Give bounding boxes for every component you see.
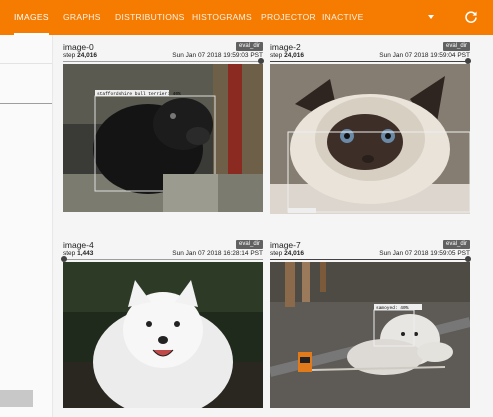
- timestamp: Sun Jan 07 2018 19:59:04 PST: [379, 52, 470, 59]
- chevron-down-icon[interactable]: [428, 15, 434, 19]
- image-preview: [63, 262, 263, 408]
- image-card: image-0 eval_dir step 24,016 Sun Jan 07 …: [63, 42, 264, 212]
- image-preview: [270, 64, 470, 214]
- top-toolbar: IMAGES GRAPHS DISTRIBUTIONS HISTOGRAMS P…: [0, 0, 493, 35]
- run-badge: eval_dir: [235, 240, 263, 249]
- step-slider-track[interactable]: [63, 61, 263, 62]
- image-preview: staffordshire bull terrier: 40%: [63, 64, 263, 212]
- timestamp: Sun Jan 07 2018 16:28:14 PST: [172, 250, 263, 257]
- step-slider-knob[interactable]: [61, 256, 67, 262]
- run-badge: eval_dir: [235, 42, 263, 51]
- card-title: image-2: [270, 42, 301, 52]
- step-indicator: step 24,016: [63, 52, 97, 59]
- image-card: image-2 eval_dir step 24,016 Sun Jan 07 …: [270, 42, 471, 217]
- tab-distributions[interactable]: DISTRIBUTIONS: [115, 0, 185, 35]
- card-title: image-0: [63, 42, 94, 52]
- sidebar-divider: [0, 103, 52, 104]
- tab-projector[interactable]: PROJECTOR: [261, 0, 316, 35]
- tab-histograms[interactable]: HISTOGRAMS: [192, 0, 252, 35]
- step-indicator: step 24,016: [270, 250, 304, 257]
- sidebar: [0, 35, 53, 417]
- tab-inactive[interactable]: INACTIVE: [322, 0, 364, 35]
- step-slider-fill: [270, 259, 468, 260]
- step-slider-knob[interactable]: [465, 58, 471, 64]
- timestamp: Sun Jan 07 2018 19:59:03 PST: [172, 52, 263, 59]
- detection-label: samoyed: 40%: [376, 305, 409, 311]
- step-slider-fill: [270, 61, 468, 62]
- sidebar-button[interactable]: [0, 390, 33, 407]
- image-preview: samoyed: 40%: [270, 262, 470, 408]
- run-badge: eval_dir: [442, 240, 470, 249]
- step-indicator: step 24,016: [270, 52, 304, 59]
- detection-label: staffordshire bull terrier: 40%: [97, 91, 181, 97]
- step-slider-knob[interactable]: [465, 256, 471, 262]
- image-card: image-4 eval_dir step 1,443 Sun Jan 07 2…: [61, 240, 263, 410]
- card-title: image-7: [270, 240, 301, 250]
- image-card: image-7 eval_dir step 24,016 Sun Jan 07 …: [270, 240, 471, 410]
- reload-icon[interactable]: [464, 10, 478, 24]
- run-badge: eval_dir: [442, 42, 470, 51]
- timestamp: Sun Jan 07 2018 19:59:05 PST: [379, 250, 470, 257]
- step-indicator: step 1,443: [63, 250, 94, 257]
- step-slider-track[interactable]: [63, 259, 263, 260]
- card-title: image-4: [63, 240, 94, 250]
- tab-graphs[interactable]: GRAPHS: [63, 0, 101, 35]
- step-slider-knob[interactable]: [258, 58, 264, 64]
- sidebar-divider: [0, 63, 52, 64]
- tab-images[interactable]: IMAGES: [14, 0, 49, 35]
